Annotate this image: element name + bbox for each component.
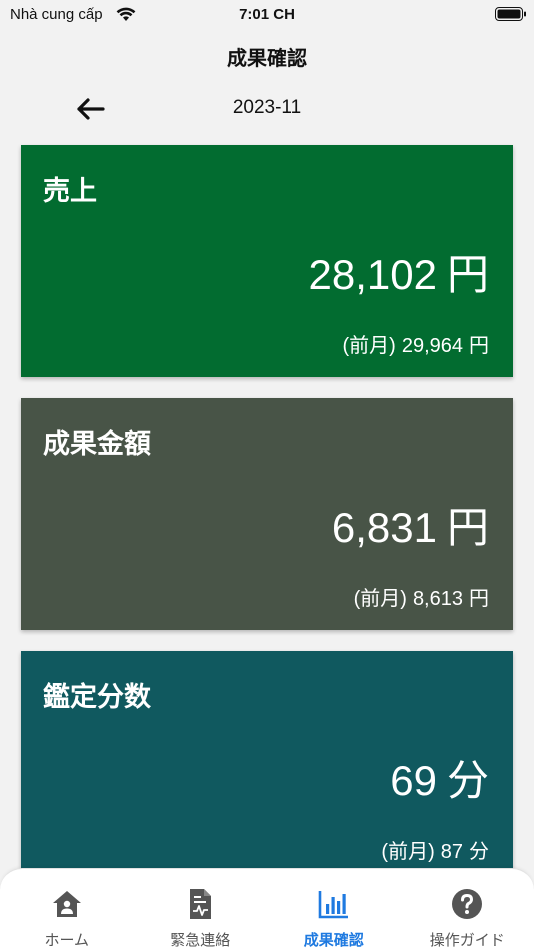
card-title: 成果金額: [43, 429, 151, 460]
status-time: 7:01 CH: [239, 6, 295, 23]
document-icon: [190, 889, 212, 919]
bar-chart-icon: [318, 891, 348, 919]
sales-card: 売上 28,102 円 (前月) 29,964 円: [21, 145, 513, 377]
previous-month-label: (前月): [342, 335, 396, 357]
card-title: 鑑定分数: [43, 682, 151, 713]
card-previous-month: (前月) 87 分: [381, 835, 489, 864]
tab-label: 成果確認: [303, 931, 364, 949]
tab-label: ホーム: [44, 931, 90, 949]
status-bar: Nhà cung cấp 7:01 CH: [0, 0, 534, 30]
help-icon: [452, 889, 483, 919]
previous-month-unit: 円: [469, 335, 489, 357]
previous-month-label: (前月): [381, 841, 435, 863]
previous-month-value: 8,613: [412, 588, 463, 610]
card-value-number: 28,102: [308, 251, 437, 298]
tab-label: 緊急連絡: [170, 931, 231, 949]
previous-month-unit: 分: [469, 841, 489, 863]
summary-cards: 売上 28,102 円 (前月) 29,964 円 成果金額 6,831 円 (前月) 8…: [21, 145, 513, 904]
tab-operation-guide[interactable]: 操作ガイド: [401, 869, 534, 950]
battery-icon: [495, 7, 526, 21]
card-title: 売上: [43, 176, 97, 207]
card-value: 6,831 円: [332, 494, 489, 555]
result-amount-card: 成果金額 6,831 円 (前月) 8,613 円: [21, 398, 513, 630]
page-title: 成果確認: [227, 46, 307, 70]
card-value: 69 分: [390, 747, 489, 808]
tab-home[interactable]: ホーム: [0, 869, 133, 950]
card-value: 28,102 円: [309, 241, 489, 302]
month-label: 2023-11: [232, 97, 302, 118]
tab-emergency-contact[interactable]: 緊急連絡: [134, 869, 267, 950]
previous-month-value: 87: [440, 841, 463, 863]
previous-month-value: 29,964: [401, 335, 463, 357]
previous-month-unit: 円: [469, 588, 489, 610]
card-previous-month: (前月) 8,613 円: [354, 582, 489, 611]
tab-results[interactable]: 成果確認: [267, 869, 400, 950]
card-value-unit: 分: [446, 757, 489, 804]
home-icon: [52, 891, 81, 917]
bottom-tab-bar: ホーム 緊急連絡 成果確認 操作ガイド: [0, 868, 534, 950]
card-value-number: 69: [390, 757, 437, 804]
card-previous-month: (前月) 29,964 円: [343, 329, 490, 358]
card-value-number: 6,831: [331, 504, 437, 551]
card-value-unit: 円: [446, 251, 489, 298]
previous-month-label: (前月): [353, 588, 407, 610]
tab-label: 操作ガイド: [429, 931, 505, 949]
appraisal-minutes-card: 鑑定分数 69 分 (前月) 87 分: [21, 651, 513, 883]
card-value-unit: 円: [446, 504, 489, 551]
